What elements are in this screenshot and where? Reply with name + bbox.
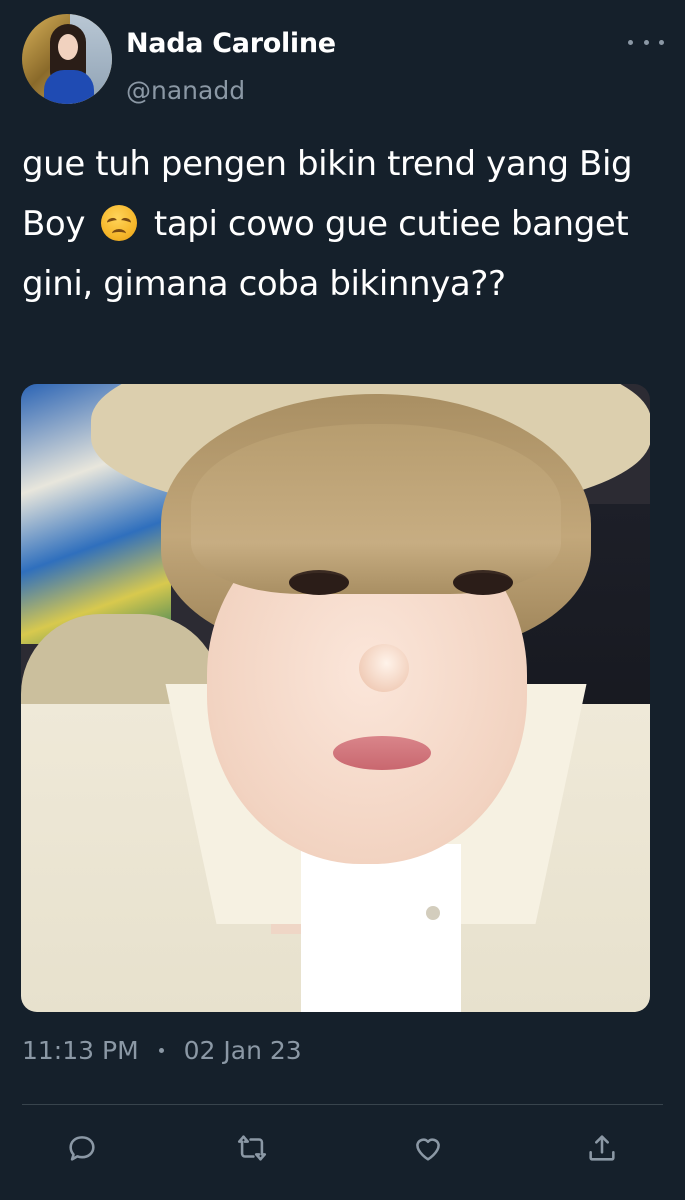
more-dot (643, 39, 649, 45)
share-button[interactable] (582, 1128, 622, 1168)
photo-inner-shirt (301, 844, 461, 1012)
avatar[interactable] (22, 14, 112, 104)
tweet-text: gue tuh pengen bikin trend yang Big Boy … (22, 134, 647, 314)
tweet-header: Nada Caroline @nanadd (0, 0, 685, 120)
disappointed-face-emoji-icon (101, 205, 138, 241)
reply-button[interactable] (62, 1128, 102, 1168)
heart-icon (416, 1138, 440, 1161)
tweet-date: 02 Jan 23 (183, 1036, 302, 1065)
share-icon (589, 1135, 615, 1161)
photo-nose (359, 644, 409, 692)
like-button[interactable] (408, 1128, 448, 1168)
tweet-actions (0, 1124, 685, 1170)
tweet-time: 11:13 PM (22, 1036, 139, 1065)
more-dot (659, 39, 664, 45)
more-dot (628, 39, 633, 45)
retweet-button[interactable] (232, 1128, 272, 1168)
more-options-icon[interactable] (628, 32, 664, 52)
separator-dot (158, 1048, 164, 1053)
display-name[interactable]: Nada Caroline (126, 28, 336, 59)
retweet-icon (237, 1135, 267, 1161)
avatar-body (44, 70, 94, 104)
tweet-timestamp[interactable]: 11:13 PM 02 Jan 23 (22, 1036, 302, 1065)
user-handle[interactable]: @nanadd (126, 76, 245, 105)
tweet-photo[interactable] (21, 384, 650, 1012)
photo-eye-right (453, 570, 513, 595)
photo-bangs (191, 424, 561, 594)
photo-shirt-button (426, 906, 440, 920)
photo-lips (333, 736, 431, 770)
avatar-face (58, 34, 78, 60)
photo-eye-left (289, 570, 349, 595)
reply-icon (69, 1136, 95, 1161)
divider (22, 1104, 663, 1105)
